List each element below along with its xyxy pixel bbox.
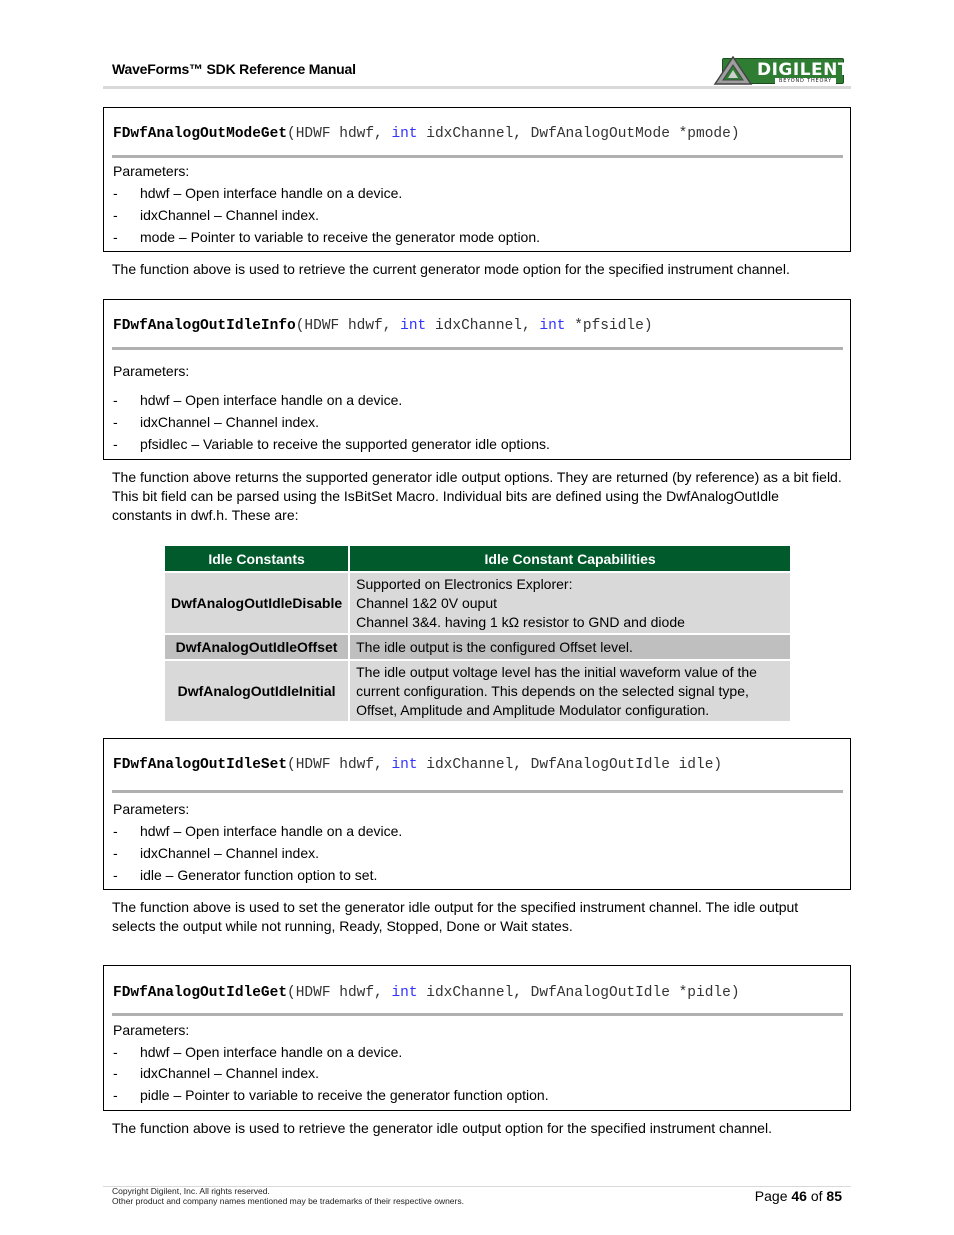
- bullet-dash: -: [113, 1065, 118, 1081]
- signature-part: (HDWF hdwf,: [287, 985, 392, 1001]
- table-row: DwfAnalogOutIdleDisable Supported on Ele…: [165, 571, 791, 633]
- capability-line: Channel 3&4. having 1 kΩ resistor to GND…: [356, 613, 685, 630]
- footer-copyright: Copyright Digilent, Inc. All rights rese…: [112, 1186, 464, 1206]
- capability-line: The idle output is the configured Offset…: [356, 638, 633, 655]
- function-signature: FDwfAnalogOutIdleGet(HDWF hdwf, int idxC…: [113, 985, 740, 1001]
- parameter-item: hdwf – Open interface handle on a device…: [140, 823, 403, 839]
- function-name: FDwfAnalogOutIdleInfo: [113, 318, 296, 334]
- parameters-label: Parameters:: [113, 363, 190, 379]
- constant-name: DwfAnalogOutIdleInitial: [165, 659, 349, 721]
- parameter-item: hdwf – Open interface handle on a device…: [140, 1044, 403, 1060]
- parameter-item: pfsidlec – Variable to receive the suppo…: [140, 436, 550, 452]
- bullet-dash: -: [113, 823, 118, 839]
- logo-text: DIGILENT: [757, 60, 850, 80]
- capability-line: current configuration. This depends on t…: [356, 682, 749, 699]
- signature-keyword: int: [539, 318, 566, 334]
- function-signature: FDwfAnalogOutModeGet(HDWF hdwf, int idxC…: [113, 126, 740, 142]
- capability-line: Supported on Electronics Explorer:: [356, 575, 573, 592]
- parameter-item: pidle – Pointer to variable to receive t…: [140, 1087, 549, 1103]
- bullet-dash: -: [113, 185, 118, 201]
- function-box-idle-get: FDwfAnalogOutIdleGet(HDWF hdwf, int idxC…: [103, 965, 851, 1111]
- constant-name: DwfAnalogOutIdleDisable: [165, 571, 349, 633]
- capability-line: Channel 1&2 0V ouput: [356, 594, 498, 611]
- page-prefix: Page: [754, 1188, 792, 1204]
- signature-divider: [112, 155, 843, 158]
- capability-line: Offset, Amplitude and Amplitude Modulato…: [356, 701, 710, 718]
- signature-divider: [112, 1013, 843, 1016]
- parameter-item: hdwf – Open interface handle on a device…: [140, 392, 403, 408]
- signature-part: (HDWF hdwf,: [287, 126, 392, 142]
- bullet-dash: -: [113, 845, 118, 861]
- signature-part: *pfsidle): [565, 318, 653, 334]
- signature-part: idxChannel, DwfAnalogOutIdle idle): [417, 757, 723, 773]
- function-box-idle-set: FDwfAnalogOutIdleSet(HDWF hdwf, int idxC…: [103, 738, 851, 890]
- document-title: WaveForms™ SDK Reference Manual: [112, 61, 356, 77]
- signature-part: (HDWF hdwf,: [295, 318, 401, 334]
- page-number: Page 46 of 85: [755, 1188, 842, 1204]
- table-row: DwfAnalogOutIdleOffset The idle output i…: [165, 633, 791, 659]
- table-header-row: Idle Constants Idle Constant Capabilitie…: [165, 546, 791, 571]
- signature-keyword: int: [391, 757, 418, 773]
- copyright-text: Copyright Digilent, Inc. All rights rese…: [112, 1186, 270, 1196]
- page-current: 46: [791, 1188, 807, 1204]
- digilent-logo: DIGILENT BEYOND THEORY: [712, 56, 849, 86]
- bullet-dash: -: [113, 207, 118, 223]
- table-row: DwfAnalogOutIdleInitial The idle output …: [165, 659, 791, 721]
- bullet-dash: -: [113, 1087, 118, 1103]
- bullet-dash: -: [113, 1044, 118, 1060]
- table-header-cell: Idle Constant Capabilities: [350, 546, 791, 571]
- logo-tagline: BEYOND THEORY: [775, 78, 837, 84]
- function-name: FDwfAnalogOutModeGet: [113, 126, 288, 142]
- function-description: The function above is used to set the ge…: [112, 899, 799, 934]
- function-signature: FDwfAnalogOutIdleSet(HDWF hdwf, int idxC…: [113, 757, 722, 773]
- bullet-dash: -: [113, 436, 118, 452]
- function-description: The function above is used to retrieve t…: [112, 261, 790, 277]
- parameter-item: idxChannel – Channel index.: [140, 845, 320, 861]
- constant-name: DwfAnalogOutIdleOffset: [165, 633, 349, 659]
- header-divider: [103, 86, 851, 89]
- page-of: of: [806, 1188, 827, 1204]
- signature-part: idxChannel,: [426, 318, 540, 334]
- parameter-item: idxChannel – Channel index.: [140, 414, 320, 430]
- parameter-item: idxChannel – Channel index.: [140, 207, 320, 223]
- function-box-idle-info: FDwfAnalogOutIdleInfo(HDWF hdwf, int idx…: [103, 299, 851, 460]
- constant-capability: Supported on Electronics Explorer: Chann…: [350, 571, 791, 633]
- constant-capability: The idle output is the configured Offset…: [350, 633, 791, 659]
- bullet-dash: -: [113, 867, 118, 883]
- parameter-item: mode – Pointer to variable to receive th…: [140, 229, 541, 245]
- page-total: 85: [826, 1188, 842, 1204]
- table-header-cell: Idle Constants: [165, 546, 349, 571]
- signature-part: idxChannel, DwfAnalogOutMode *pmode): [417, 126, 740, 142]
- function-description: The function above is used to retrieve t…: [112, 1120, 772, 1136]
- parameter-item: idxChannel – Channel index.: [140, 1065, 320, 1081]
- function-name: FDwfAnalogOutIdleSet: [113, 757, 288, 773]
- signature-part: (HDWF hdwf,: [287, 757, 392, 773]
- triangle-logo-icon: [713, 56, 753, 85]
- parameters-label: Parameters:: [113, 1022, 190, 1038]
- parameter-item: idle – Generator function option to set.: [140, 867, 378, 883]
- constant-capability: The idle output voltage level has the in…: [350, 659, 791, 721]
- bullet-dash: -: [113, 392, 118, 408]
- function-name: FDwfAnalogOutIdleGet: [113, 985, 288, 1001]
- capability-line: The idle output voltage level has the in…: [356, 663, 757, 680]
- parameters-label: Parameters:: [113, 163, 190, 179]
- signature-keyword: int: [391, 126, 418, 142]
- idle-constants-table: Idle Constants Idle Constant Capabilitie…: [163, 546, 792, 721]
- parameter-item: hdwf – Open interface handle on a device…: [140, 185, 403, 201]
- signature-part: idxChannel, DwfAnalogOutIdle *pidle): [417, 985, 740, 1001]
- bullet-dash: -: [113, 229, 118, 245]
- signature-keyword: int: [400, 318, 427, 334]
- function-description: The function above returns the supported…: [112, 469, 842, 523]
- signature-divider: [112, 347, 843, 350]
- parameters-label: Parameters:: [113, 801, 190, 817]
- function-signature: FDwfAnalogOutIdleInfo(HDWF hdwf, int idx…: [113, 318, 653, 334]
- signature-divider: [112, 790, 843, 793]
- trademark-text: Other product and company names mentione…: [112, 1196, 464, 1206]
- signature-keyword: int: [391, 985, 418, 1001]
- function-box-mode-get: FDwfAnalogOutModeGet(HDWF hdwf, int idxC…: [103, 107, 851, 252]
- bullet-dash: -: [113, 414, 118, 430]
